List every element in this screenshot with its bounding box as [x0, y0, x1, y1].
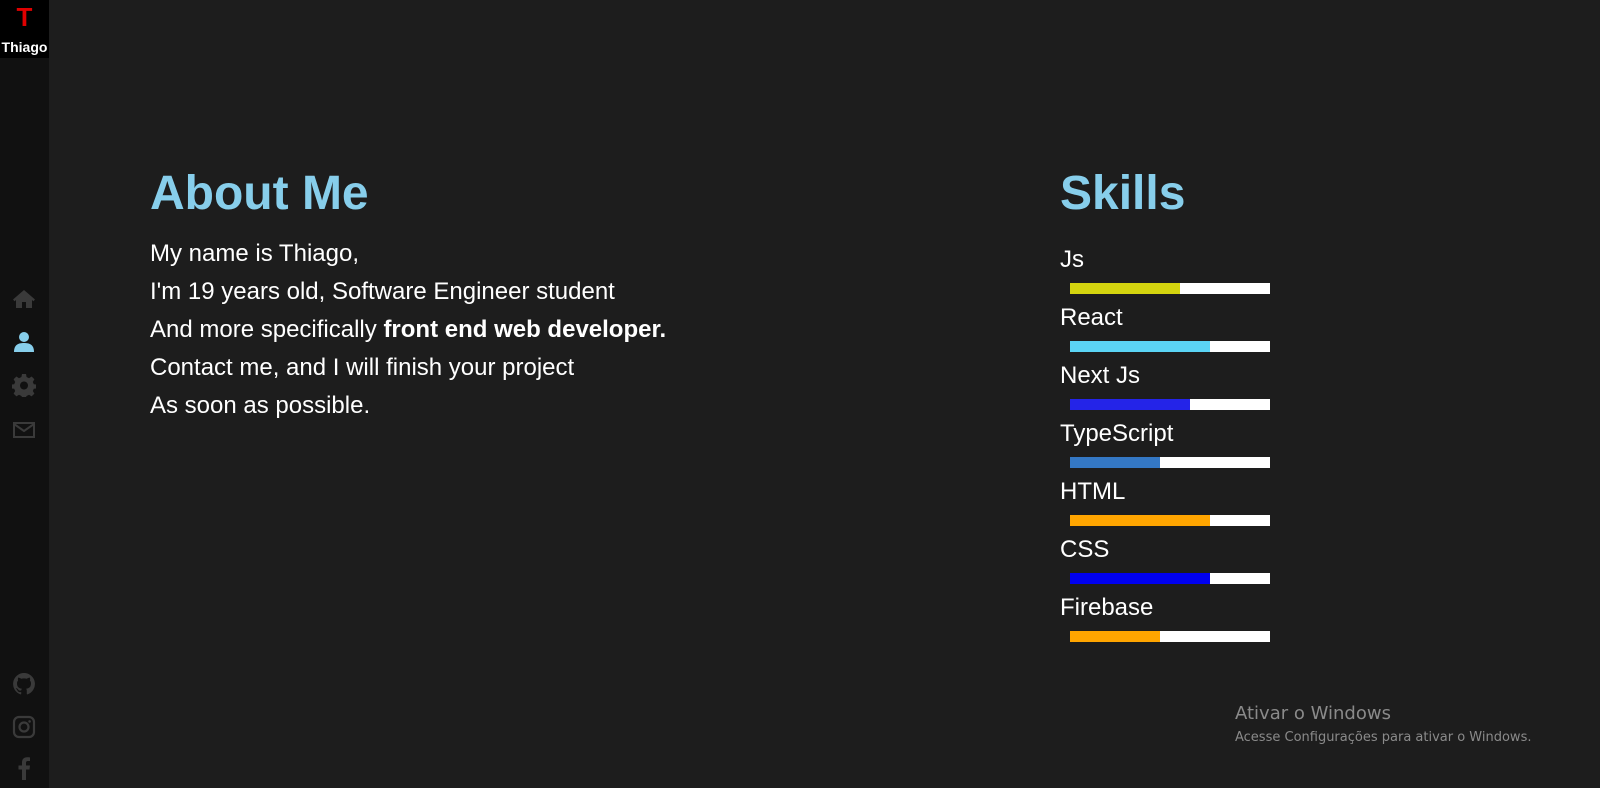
logo-letter: T [16, 2, 33, 32]
nav-contact-icon[interactable] [12, 418, 36, 442]
skill-name: Firebase [1060, 594, 1154, 621]
skill-name: TypeScript [1060, 420, 1174, 447]
skill-bar-fill [1070, 573, 1210, 584]
skill-bar-track [1070, 457, 1270, 468]
skill-bar-fill [1070, 515, 1210, 526]
skill-name: Js [1060, 246, 1084, 273]
github-link[interactable] [12, 672, 36, 696]
skill-bar-track [1070, 631, 1270, 642]
nav-about-icon[interactable] [12, 330, 36, 354]
skill-bar-fill [1070, 631, 1160, 642]
nav-settings-icon[interactable] [12, 374, 36, 398]
about-line: As soon as possible. [150, 392, 371, 419]
about-line-prefix: And more specifically [150, 316, 384, 343]
nav-home-icon[interactable] [12, 287, 36, 311]
skill-name: HTML [1060, 478, 1126, 505]
facebook-link[interactable] [12, 756, 36, 780]
skill-bar-track [1070, 341, 1270, 352]
logo-name: Thiago [1, 39, 48, 55]
about-line: And more specifically front end web deve… [150, 311, 666, 349]
about-line: Contact me, and I will finish your proje… [150, 354, 575, 381]
user-icon [14, 332, 34, 352]
about-title: About Me [150, 167, 369, 220]
skills-title: Skills [1060, 167, 1186, 220]
skill-bar-track [1070, 283, 1270, 294]
skill-name: CSS [1060, 536, 1110, 563]
about-line-bold: front end web developer. [383, 316, 667, 343]
skill-bar-track [1070, 399, 1270, 410]
home-icon [13, 290, 35, 308]
windows-activation-watermark: Ativar o Windows Acesse Configurações pa… [1235, 703, 1531, 747]
gear-icon [12, 374, 36, 397]
skill-bar-fill [1070, 283, 1180, 294]
skill-name: Next Js [1060, 362, 1141, 389]
about-line: My name is Thiago, [150, 240, 359, 267]
skill-bar-track [1070, 515, 1270, 526]
github-icon [13, 673, 35, 695]
sidebar: T Thiago [0, 0, 49, 788]
facebook-icon [18, 757, 30, 780]
instagram-icon [12, 715, 36, 739]
skill-bar-track [1070, 573, 1270, 584]
instagram-link[interactable] [12, 715, 36, 739]
about-text: My name is Thiago, I'm 19 years old, Sof… [150, 235, 666, 425]
skill-name: React [1060, 304, 1123, 331]
watermark-title: Ativar o Windows [1235, 703, 1391, 724]
skill-bar-fill [1070, 399, 1190, 410]
about-line: I'm 19 years old, Software Engineer stud… [150, 278, 615, 305]
envelope-icon [13, 422, 35, 438]
skill-bar-fill [1070, 457, 1160, 468]
logo[interactable]: T Thiago [0, 0, 49, 58]
skill-bar-fill [1070, 341, 1210, 352]
watermark-subtitle: Acesse Configurações para ativar o Windo… [1235, 730, 1532, 745]
